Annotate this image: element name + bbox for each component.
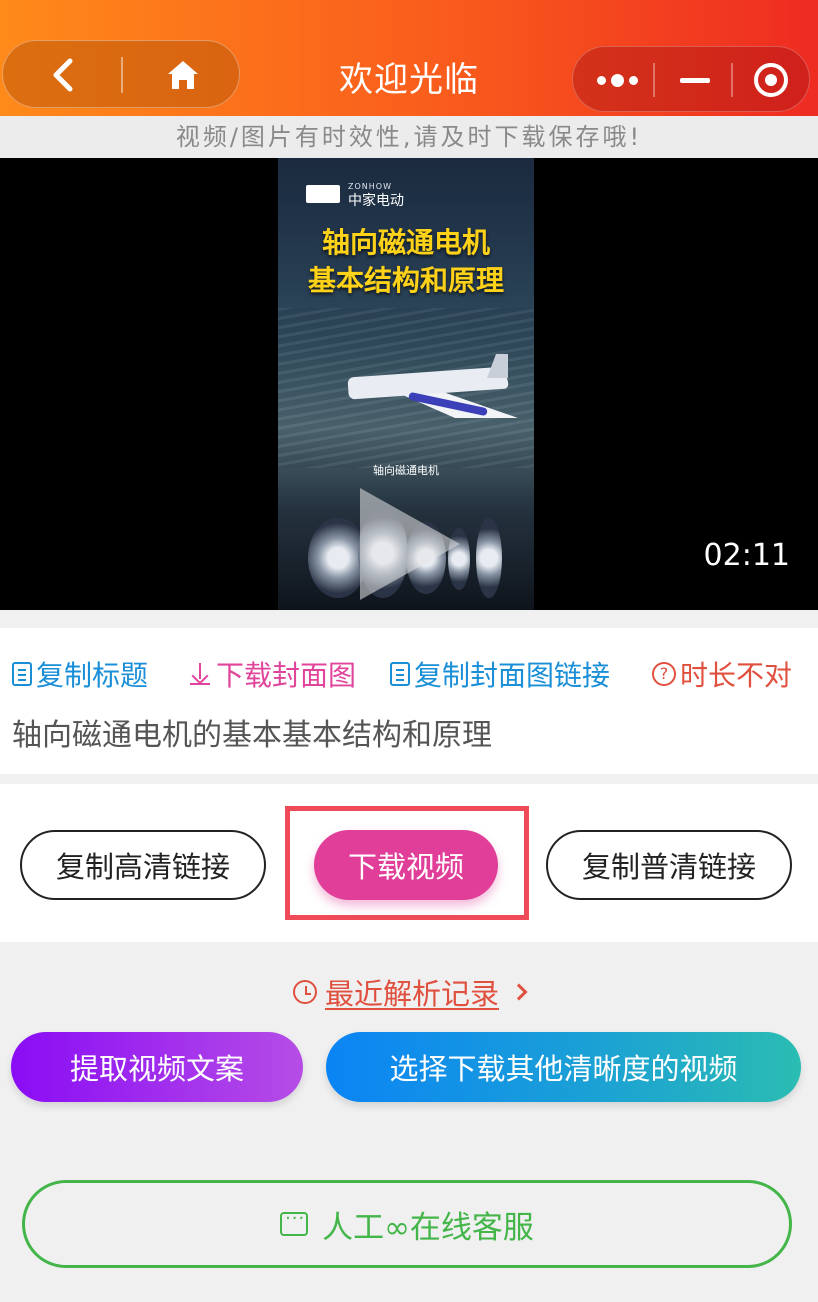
video-info-card: 复制标题 下载封面图 复制封面图链接 ? 时长不对 轴向磁通电机的基本基本结构和… <box>0 628 818 774</box>
more-dots-icon <box>596 75 606 85</box>
menu-divider-2 <box>731 63 733 97</box>
motor-5 <box>476 518 502 598</box>
document-icon <box>390 662 410 686</box>
download-icon-base <box>190 683 210 685</box>
copy-title-link[interactable]: 复制标题 <box>12 654 148 694</box>
minimize-icon <box>680 77 710 83</box>
ring-center <box>765 74 777 86</box>
record-circle-icon <box>754 63 788 97</box>
menu-divider-1 <box>653 63 655 97</box>
copy-cover-link-label: 复制封面图链接 <box>414 659 611 692</box>
brand-en: ZONHOW <box>348 182 392 191</box>
duration-wrong-link[interactable]: ? 时长不对 <box>652 654 792 694</box>
copy-title-label: 复制标题 <box>36 659 149 692</box>
video-title: 轴向磁通电机的基本基本结构和原理 <box>12 718 492 753</box>
chevron-right-icon <box>510 983 528 1001</box>
video-player[interactable]: ZONHOW 中家电动 轴向磁通电机 基本结构和原理 轴向磁通电机 02:11 <box>0 158 818 610</box>
customer-service-label: 人工∞在线客服 <box>322 1209 534 1246</box>
download-cover-label: 下载封面图 <box>216 659 357 692</box>
clock-icon <box>292 980 317 1004</box>
brand-cn: 中家电动 <box>348 193 404 209</box>
duration-wrong-label: 时长不对 <box>680 659 793 692</box>
chat-icon <box>280 1208 309 1236</box>
poster-title: 轴向磁通电机 基本结构和原理 <box>278 224 534 300</box>
brand-text: ZONHOW 中家电动 <box>348 180 404 208</box>
play-icon[interactable] <box>360 488 460 600</box>
extract-text-button[interactable]: 提取视频文案 <box>11 1032 303 1102</box>
header-bar: 欢迎光临 <box>0 0 818 116</box>
minimize-button[interactable] <box>667 57 723 103</box>
recent-records-link[interactable]: 最近解析记录 <box>0 970 818 1014</box>
more-dot-center <box>610 73 624 87</box>
download-icon <box>188 662 212 686</box>
copy-cover-link-link[interactable]: 复制封面图链接 <box>390 654 610 694</box>
video-duration: 02:11 <box>703 538 790 573</box>
menu-capsule <box>572 46 810 112</box>
copy-hd-link-button[interactable]: 复制高清链接 <box>20 830 266 900</box>
poster-title-line1: 轴向磁通电机 <box>321 226 490 259</box>
copy-sd-link-button[interactable]: 复制普清链接 <box>546 830 792 900</box>
poster-caption: 轴向磁通电机 <box>373 464 439 477</box>
recent-records-label: 最近解析记录 <box>324 977 499 1011</box>
more-button[interactable] <box>585 57 649 103</box>
download-button-row: 复制高清链接 下载视频 复制普清链接 <box>0 784 818 942</box>
poster-brand: ZONHOW 中家电动 <box>306 180 404 208</box>
info-actions: 复制标题 下载封面图 复制封面图链接 ? 时长不对 <box>12 654 812 694</box>
choose-quality-button[interactable]: 选择下载其他清晰度的视频 <box>326 1032 801 1102</box>
expiry-notice: 视频/图片有时效性,请及时下载保存哦! <box>0 116 818 158</box>
close-button[interactable] <box>743 57 799 103</box>
download-video-button[interactable]: 下载视频 <box>314 830 498 900</box>
document-icon <box>12 662 32 686</box>
more-dot-right <box>628 75 638 85</box>
customer-service-button[interactable]: 人工∞在线客服 <box>22 1180 792 1268</box>
airplane-image <box>328 354 518 444</box>
brand-logo-icon <box>306 185 340 203</box>
poster-title-line2: 基本结构和原理 <box>307 264 504 297</box>
question-icon: ? <box>652 662 676 686</box>
download-cover-link[interactable]: 下载封面图 <box>188 654 356 694</box>
